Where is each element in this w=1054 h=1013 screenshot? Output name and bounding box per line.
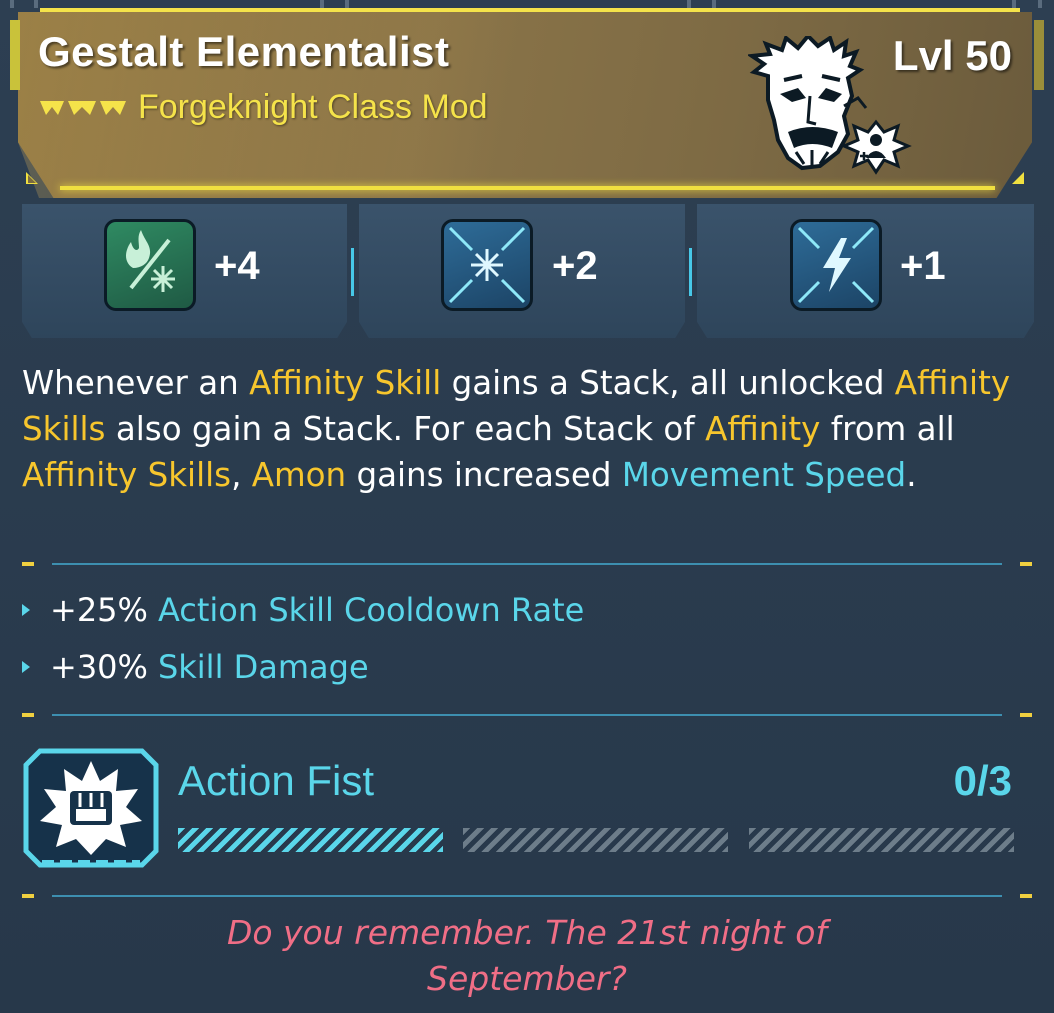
stat-value: +30% (50, 648, 148, 686)
skill-icon-frame-1[interactable] (104, 219, 196, 311)
stat-label: Action Skill Cooldown Rate (157, 591, 585, 629)
flavor-text: Do you remember. The 21st night of Septe… (0, 910, 1054, 1002)
action-progress-segment-1 (178, 828, 443, 852)
flavor-text-line: Do you remember. The 21st night of (226, 913, 828, 952)
header-bottom-line (60, 186, 995, 190)
divider-dash (1020, 562, 1032, 566)
stat-row: +25% Action Skill Cooldown Rate (22, 588, 584, 632)
skill-separator (351, 248, 354, 296)
stat-row: +30% Skill Damage (22, 645, 369, 689)
stat-bullet-icon (22, 604, 30, 616)
fire-frost-affinity-icon (126, 230, 175, 292)
action-progress-segment-3 (749, 828, 1014, 852)
description-keyword: Movement Speed (621, 456, 907, 494)
divider-dash (1020, 713, 1032, 717)
item-name: Gestalt Elementalist (38, 28, 450, 75)
header-corner-right (1012, 172, 1024, 184)
description-keyword: Affinity (705, 410, 821, 448)
item-card: Gestalt Elementalist Forgeknight Class M… (0, 0, 1054, 1013)
description-text: gains increased (346, 456, 622, 494)
action-skill-count: 0/3 (953, 757, 1012, 804)
rarity-chevron-icon (40, 101, 126, 115)
description-keyword: Affinity Skill (249, 364, 442, 402)
skill-icon-frame-3[interactable] (790, 219, 882, 311)
stat-value: +25% (50, 591, 148, 629)
skill-icon-frame-2[interactable] (441, 219, 533, 311)
description-text: Whenever an (22, 364, 250, 402)
lightning-bolt-icon (797, 226, 875, 304)
item-description: Whenever an Affinity Skill gains a Stack… (22, 360, 1022, 498)
description-keyword: Amon (251, 456, 347, 494)
frost-snowflake-icon (448, 226, 526, 304)
divider-dash (22, 894, 34, 898)
item-type: Forgeknight Class Mod (138, 88, 488, 126)
divider-dash (1020, 894, 1032, 898)
header-corner-left (26, 172, 38, 184)
skill-bonus-value-3: +1 (900, 244, 946, 288)
description-text: gains a Stack, all unlocked (441, 364, 895, 402)
character-plus-badge-icon (840, 119, 912, 175)
divider-line (52, 895, 1002, 897)
header-top-line (40, 8, 1020, 12)
flavor-text-line: September? (427, 959, 627, 998)
divider-dash (22, 562, 34, 566)
action-skill-name: Action Fist (178, 757, 375, 804)
description-text: from all (820, 410, 955, 448)
divider-dash (22, 713, 34, 717)
header-left-tab (10, 20, 20, 90)
skill-separator (689, 248, 692, 296)
description-keyword: Affinity Skills (22, 456, 232, 494)
stat-label: Skill Damage (157, 648, 369, 686)
description-text: , (231, 456, 252, 494)
skill-bonus-value-2: +2 (552, 244, 598, 288)
skill-bonus-value-1: +4 (214, 244, 260, 288)
divider-line (52, 563, 1002, 565)
stat-bullet-icon (22, 661, 30, 673)
description-text: also gain a Stack. For each Stack of (105, 410, 706, 448)
header-right-tab (1034, 20, 1044, 90)
bearded-character-portrait-icon (748, 36, 912, 175)
description-text: . (906, 456, 917, 494)
action-progress-segment-2 (463, 828, 728, 852)
fist-burst-icon[interactable] (22, 747, 160, 869)
divider-line (52, 714, 1002, 716)
